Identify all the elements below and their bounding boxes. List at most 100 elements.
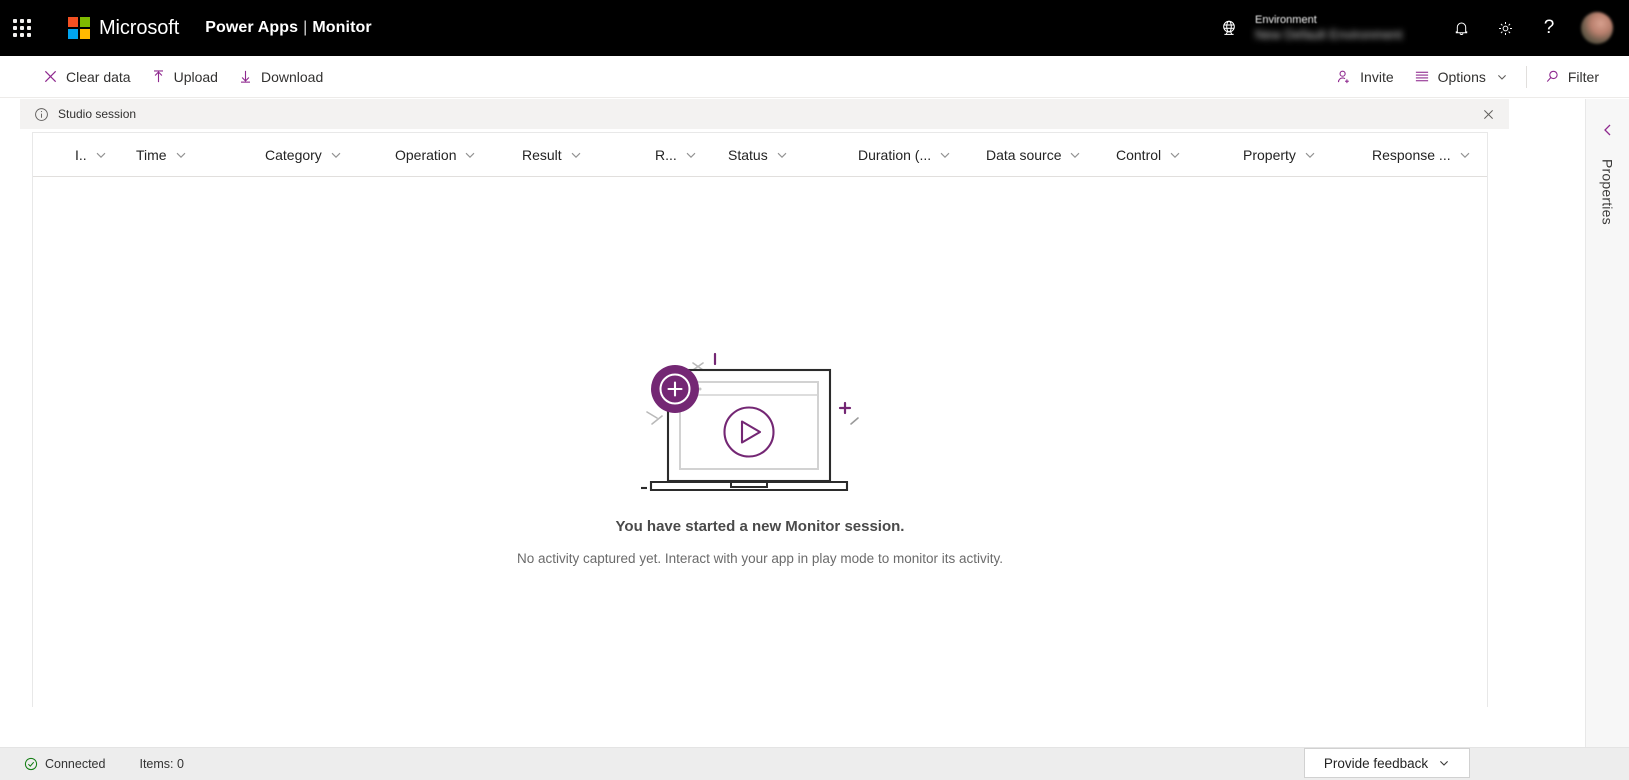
environment-name: New Default Environment [1255, 26, 1403, 42]
gear-icon [1498, 21, 1512, 35]
download-label: Download [260, 68, 324, 85]
grid-column-label: Property [1243, 146, 1296, 163]
chevron-down-icon [1168, 148, 1182, 162]
grid-column-header[interactable]: Operation [393, 133, 477, 177]
app-launcher-button[interactable] [0, 0, 44, 56]
environment-label: Environment [1255, 13, 1317, 26]
close-x-icon [1483, 109, 1493, 119]
grid-column-label: Response ... [1372, 146, 1451, 163]
grid-column-label: I.. [75, 146, 87, 163]
settings-button[interactable] [1483, 6, 1527, 50]
clear-data-x-icon [43, 69, 58, 84]
upload-button[interactable]: Upload [141, 58, 228, 96]
info-circle-icon [34, 107, 49, 122]
grid-column-label: R... [655, 146, 677, 163]
message-bar-close-button[interactable] [1475, 101, 1501, 127]
empty-state-title: You have started a new Monitor session. [615, 518, 905, 535]
monitor-events-grid: I.. Time Category Operation Result R... Status… [32, 132, 1488, 707]
empty-state-subtitle: No activity captured yet. Interact with … [517, 551, 1003, 566]
grid-column-label: Result [522, 146, 562, 163]
grid-column-header[interactable]: Control [1114, 133, 1182, 177]
grid-column-header[interactable]: Property [1241, 133, 1317, 177]
environment-picker[interactable]: Environment New Default Environment [1255, 14, 1405, 43]
command-bar: Clear data Upload Download Invite Option… [0, 56, 1629, 98]
chevron-down-icon [1458, 148, 1472, 162]
clear-data-label: Clear data [66, 68, 131, 85]
item-count: Items: 0 [139, 757, 183, 771]
grid-column-label: Control [1116, 146, 1162, 163]
upload-label: Upload [173, 68, 218, 85]
app-launcher-icon [13, 19, 31, 37]
chevron-down-icon [329, 148, 343, 162]
grid-column-label: Category [265, 146, 322, 163]
new-monitor-session-illustration [635, 332, 885, 502]
top-bar-right-cluster: Environment New Default Environment ? [1211, 0, 1629, 56]
provide-feedback-label: Provide feedback [1323, 755, 1429, 771]
grid-column-header-row: I.. Time Category Operation Result R... Status… [33, 133, 1487, 177]
chevron-down-icon [1068, 148, 1082, 162]
filter-search-icon [1545, 69, 1560, 84]
command-bar-divider [1525, 65, 1527, 88]
user-avatar[interactable] [1581, 12, 1613, 44]
upload-arrow-icon [151, 69, 166, 84]
options-lines-icon [1414, 69, 1430, 84]
grid-column-label: Data source [986, 146, 1062, 163]
provide-feedback-button[interactable]: Provide feedback [1304, 748, 1470, 778]
command-bar-right-group: Invite Options Filter [1326, 58, 1629, 96]
options-button[interactable]: Options [1404, 58, 1518, 96]
grid-column-header[interactable]: Result [520, 133, 583, 177]
download-button[interactable]: Download [228, 58, 333, 96]
chevron-left-icon [1603, 124, 1610, 136]
connection-status: Connected [24, 757, 105, 771]
app-title-module: Monitor [312, 19, 372, 36]
microsoft-wordmark: Microsoft [99, 16, 180, 39]
chevron-down-icon [463, 148, 477, 162]
grid-column-label: Time [136, 146, 167, 163]
filter-button[interactable]: Filter [1535, 58, 1609, 96]
grid-column-header[interactable]: Response ... [1370, 133, 1472, 177]
microsoft-logo-link[interactable]: Microsoft [68, 17, 179, 40]
connected-check-icon [24, 757, 38, 771]
grid-column-header[interactable]: I.. [73, 133, 108, 177]
top-navigation-bar: Microsoft Power Apps | Monitor Environment… [0, 0, 1629, 56]
download-arrow-icon [238, 69, 253, 84]
message-bar-text: Studio session [58, 107, 137, 121]
grid-column-header[interactable]: Status [726, 133, 789, 177]
app-title[interactable]: Power Apps | Monitor [205, 19, 372, 37]
help-button[interactable]: ? [1527, 6, 1571, 50]
grid-column-header[interactable]: Data source [984, 133, 1082, 177]
item-count-text: Items: 0 [139, 757, 184, 771]
grid-column-header[interactable]: Duration (... [856, 133, 952, 177]
chevron-down-icon [684, 148, 698, 162]
app-title-separator: | [303, 19, 308, 36]
properties-collapse-button[interactable] [1593, 115, 1623, 145]
grid-column-label: Status [728, 146, 768, 163]
chevron-down-icon [1303, 148, 1317, 162]
message-bar: Studio session [20, 99, 1509, 129]
status-bar: Connected Items: 0 Provide feedback [0, 747, 1629, 780]
invite-label: Invite [1360, 68, 1394, 85]
properties-panel-label[interactable]: Properties [1600, 159, 1616, 225]
invite-person-icon [1336, 69, 1352, 85]
chevron-down-icon [94, 148, 108, 162]
grid-column-header[interactable]: Category [263, 133, 343, 177]
invite-button[interactable]: Invite [1326, 58, 1403, 96]
clear-data-button[interactable]: Clear data [33, 58, 141, 96]
grid-column-header[interactable]: Time [134, 133, 188, 177]
question-mark-icon: ? [1543, 17, 1555, 38]
chevron-down-icon [1438, 757, 1450, 769]
microsoft-logo-icon [68, 17, 90, 39]
app-title-product: Power Apps [205, 19, 299, 36]
chevron-down-icon [1496, 71, 1508, 83]
grid-column-header[interactable]: R... [653, 133, 698, 177]
environment-globe-icon[interactable] [1211, 8, 1247, 48]
notifications-button[interactable] [1439, 6, 1483, 50]
grid-column-label: Duration (... [858, 146, 932, 163]
options-label: Options [1437, 68, 1486, 85]
chevron-down-icon [569, 148, 583, 162]
grid-column-label: Operation [395, 146, 457, 163]
chevron-down-icon [775, 148, 789, 162]
grid-body: You have started a new Monitor session. … [33, 177, 1487, 707]
properties-panel-rail: Properties [1585, 99, 1629, 747]
connection-status-text: Connected [45, 757, 106, 771]
